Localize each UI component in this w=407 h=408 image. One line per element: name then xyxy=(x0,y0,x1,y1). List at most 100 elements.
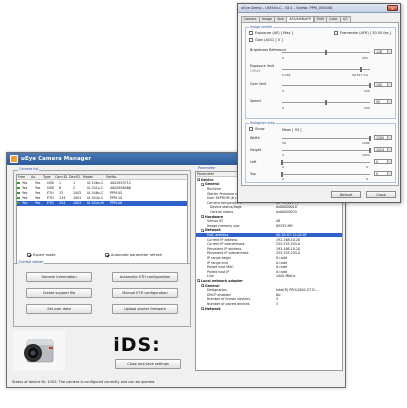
status-text: Status of device Nr. 1003: The camera is… xyxy=(12,380,156,384)
exposure-track xyxy=(282,69,370,70)
gain-agc-checkbox[interactable] xyxy=(249,38,253,42)
gain-limit-label: Gain limit xyxy=(250,82,267,86)
camera-cell: USB xyxy=(47,185,54,190)
exposure-max: 99.617 ms xyxy=(352,73,368,77)
gain-agc-option[interactable]: Gain (AGC) [ 0 ] xyxy=(249,38,283,42)
camera-cell: ETH xyxy=(47,196,54,201)
col-free[interactable]: Free xyxy=(17,175,30,179)
width-spinbox[interactable]: 1280 xyxy=(374,135,392,140)
collapse-toggle-icon[interactable] xyxy=(201,215,204,219)
col-dev-id[interactable]: Dev.ID xyxy=(68,175,82,179)
camera-cell: 1002 xyxy=(73,190,82,195)
settings-dialog-titlebar[interactable]: uEye Demo - UI554x-C - ID:1 - SerNo: PPM… xyxy=(238,4,400,13)
brightness-label: Brightness Reference xyxy=(250,48,287,52)
camera-manager-title: uEye Camera Manager xyxy=(21,156,92,162)
collapse-toggle-icon[interactable] xyxy=(197,279,200,283)
col-model[interactable]: Model xyxy=(82,175,105,179)
collapse-toggle-icon[interactable] xyxy=(197,178,200,182)
settings-dialog-title: uEye Demo - UI554x-C - ID:1 - SerNo: PPM… xyxy=(241,6,333,11)
collapse-toggle-icon[interactable] xyxy=(201,307,204,311)
ids-logo: iDS: xyxy=(87,333,187,357)
auto-refresh-option[interactable]: Automatic parameter refresh xyxy=(105,253,162,257)
upload-firmware-button[interactable]: Upload starter firmware xyxy=(112,304,178,314)
top-slider[interactable] xyxy=(280,171,284,177)
framerate-afr-checkbox[interactable] xyxy=(334,31,338,35)
camera-cell: 1003 xyxy=(73,201,82,206)
gain-agc-label: Gain (AGC) [ 0 ] xyxy=(255,38,283,42)
brightness-spinbox[interactable]: 128 xyxy=(374,49,392,54)
show-checkbox[interactable] xyxy=(249,127,253,131)
camera-row[interactable]: Yes Yes ETH 254 1003 UI-554x-M PPM-08 xyxy=(17,200,187,206)
left-min: 0 xyxy=(282,165,284,169)
camera-cell: 1001 xyxy=(73,196,82,201)
width-label: Width xyxy=(250,136,260,140)
show-option[interactable]: Show xyxy=(249,127,264,131)
width-slider[interactable] xyxy=(368,135,372,141)
default-button[interactable]: Default xyxy=(331,191,361,198)
speed-label: Speed xyxy=(250,99,261,103)
camera-cell: 13 xyxy=(59,190,64,195)
expert-mode-checkbox[interactable] xyxy=(27,253,31,257)
left-slider[interactable] xyxy=(280,159,284,165)
expert-mode-label: Expert mode xyxy=(33,253,56,257)
histogram-area-group: Histogram area Show Mean [ 93 ] Width 16… xyxy=(245,121,396,183)
exposure-ae-checkbox[interactable] xyxy=(249,31,253,35)
left-spinbox[interactable]: 0 xyxy=(374,159,392,164)
camera-cell: PPM-08 xyxy=(110,201,123,206)
camera-cell: UI-146x-C xyxy=(87,180,104,185)
gain-max: 100 xyxy=(364,89,370,93)
exposure-min: 0.242 xyxy=(282,73,291,77)
automatic-eth-button[interactable]: Automatic ETH configuration xyxy=(112,272,178,282)
top-spinbox[interactable]: 0 xyxy=(374,171,392,176)
col-type[interactable]: Type xyxy=(42,175,54,179)
expert-mode-option[interactable]: Expert mode xyxy=(27,253,56,257)
brightness-slider[interactable] xyxy=(324,49,328,55)
top-track xyxy=(282,174,370,175)
height-min: 4 xyxy=(282,153,284,157)
parameter-row[interactable]: Network xyxy=(196,306,342,311)
framerate-afr-option[interactable]: Framerate (AFR) [ 30.00 fps ] xyxy=(334,31,391,35)
app-icon xyxy=(10,155,18,163)
create-support-file-button[interactable]: Create support file xyxy=(26,288,92,298)
camera-cell: Yes xyxy=(22,180,28,185)
speed-slider[interactable] xyxy=(324,99,328,105)
camera-status-icon xyxy=(17,202,20,205)
collapse-toggle-icon[interactable] xyxy=(201,182,204,186)
col-cam-id[interactable]: Cam.ID xyxy=(54,175,68,179)
exposure-ae-option[interactable]: Exposure (AE) [ Max ] xyxy=(249,31,293,35)
camera-status-icon xyxy=(17,186,20,189)
camera-cell: ETH xyxy=(47,201,54,206)
speed-spinbox[interactable]: 50 xyxy=(374,99,392,104)
col-av[interactable]: Av. xyxy=(30,175,42,179)
settings-dialog: uEye Demo - UI554x-C - ID:1 - SerNo: PPM… xyxy=(237,3,401,203)
height-slider[interactable] xyxy=(368,147,372,153)
image-control-group: Image control Exposure (AE) [ Max ] Fram… xyxy=(245,25,396,119)
brightness-max: 255 xyxy=(362,56,368,60)
close-save-button[interactable]: Close and save settings xyxy=(115,359,181,369)
gain-track xyxy=(282,85,370,86)
gain-spinbox[interactable]: 100 xyxy=(374,82,392,87)
camera-cell: Yes xyxy=(35,185,41,190)
height-spinbox[interactable]: 1024 xyxy=(374,147,392,152)
manual-eth-button[interactable]: Manual ETH configuration xyxy=(112,288,178,298)
close-button[interactable]: Close xyxy=(366,191,396,198)
set-user-data-button[interactable]: Set user data xyxy=(26,304,92,314)
general-information-button[interactable]: General information xyxy=(26,272,92,282)
camera-cell: PPM-10 xyxy=(110,196,123,201)
collapse-toggle-icon[interactable] xyxy=(201,228,204,232)
gain-slider[interactable] xyxy=(368,82,372,88)
dialog-close-icon[interactable]: × xyxy=(387,5,398,11)
camera-cell: 6 xyxy=(59,185,62,190)
camera-cell: Yes xyxy=(22,190,28,195)
exposure-slider[interactable] xyxy=(360,66,363,72)
auto-refresh-checkbox[interactable] xyxy=(105,253,109,257)
camera-image xyxy=(13,331,65,371)
speed-max: 100 xyxy=(364,106,370,110)
top-label: Top xyxy=(250,172,256,176)
camera-status-icon xyxy=(17,191,20,194)
collapse-toggle-icon[interactable] xyxy=(201,284,204,288)
col-serno[interactable]: SerNo. xyxy=(105,175,137,179)
left-track xyxy=(282,162,370,163)
gain-min: 0 xyxy=(282,89,284,93)
camera-cell: ETH xyxy=(47,190,54,195)
